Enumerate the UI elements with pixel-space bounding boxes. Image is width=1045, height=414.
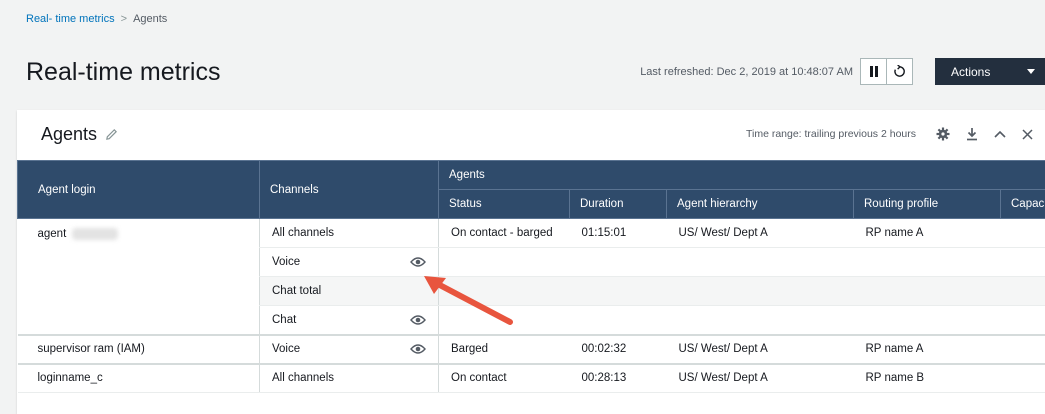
channel-cell: Chat <box>259 305 439 336</box>
col-header-capacity[interactable]: Capac <box>999 189 1045 219</box>
col-header-routing-profile[interactable]: Routing profile <box>853 189 1001 219</box>
agents-table: Agent login Channels Agents Status Durat… <box>17 160 1045 393</box>
refresh-icon <box>894 65 905 77</box>
actions-label: Actions <box>951 64 991 79</box>
status-cell: On contact <box>438 363 570 393</box>
gear-icon[interactable] <box>936 127 950 141</box>
empty-cell <box>437 305 1045 336</box>
col-header-channels[interactable]: Channels <box>259 160 439 219</box>
actions-dropdown-button[interactable]: Actions <box>935 58 1045 85</box>
duration-cell: 00:28:13 <box>569 363 667 393</box>
breadcrumb-current: Agents <box>133 13 168 25</box>
table-row: loginname_c All channels On contact 00:2… <box>17 363 1045 393</box>
agent-login-cell: loginname_c <box>17 363 260 393</box>
table-row: agent All channels On contact - barged 0… <box>17 218 1045 336</box>
pause-button[interactable] <box>860 58 887 85</box>
col-header-duration[interactable]: Duration <box>569 189 667 219</box>
duration-cell: 01:15:01 <box>569 218 667 248</box>
agent-login: agent <box>37 228 67 241</box>
pause-icon <box>869 66 878 77</box>
capacity-cell <box>1000 334 1045 365</box>
page-title: Real-time metrics <box>26 58 221 86</box>
routing-profile-cell: RP name A <box>853 334 1001 365</box>
panel-title: Agents <box>41 124 98 144</box>
panel-tools: Time range: trailing previous 2 hours <box>746 124 1033 144</box>
routing-profile-cell: RP name A <box>853 218 1001 248</box>
redacted-name <box>72 228 119 240</box>
chevron-up-icon[interactable] <box>994 130 1006 138</box>
agents-panel: Agents Time range: trailing previous 2 h… <box>17 110 1045 414</box>
hierarchy-cell: US/ West/ Dept A <box>666 363 854 393</box>
col-header-status[interactable]: Status <box>438 189 570 219</box>
breadcrumb-link-real-time-metrics[interactable]: Real- time metrics <box>26 13 115 25</box>
last-refreshed-text: Last refreshed: Dec 2, 2019 at 10:48:07 … <box>640 65 853 78</box>
hierarchy-cell: US/ West/ Dept A <box>666 334 854 365</box>
capacity-cell <box>1000 363 1045 393</box>
agent-login-cell: supervisor ram (IAM) <box>17 334 260 365</box>
routing-profile-cell: RP name B <box>853 363 1001 393</box>
channel-cell: All channels <box>259 218 439 248</box>
channel-label: Chat <box>272 313 297 326</box>
channel-cell: Voice <box>259 334 439 365</box>
pencil-icon[interactable] <box>105 128 118 141</box>
caret-down-icon <box>1027 69 1035 74</box>
channel-label: Voice <box>272 343 301 355</box>
agent-login-cell: agent <box>17 218 260 336</box>
col-group-agents: Agents <box>437 160 1045 190</box>
channel-label: Chat total <box>272 285 322 297</box>
breadcrumb: Real- time metrics > Agents <box>26 13 167 25</box>
breadcrumb-separator: > <box>120 13 128 25</box>
hierarchy-cell: US/ West/ Dept A <box>666 218 854 248</box>
empty-cell <box>437 276 1045 306</box>
header-controls: Last refreshed: Dec 2, 2019 at 10:48:07 … <box>640 58 1045 85</box>
status-cell: Barged <box>438 334 570 365</box>
panel-header: Agents <box>41 124 118 145</box>
time-range-text: Time range: trailing previous 2 hours <box>745 128 916 140</box>
eye-icon[interactable] <box>410 256 426 268</box>
eye-icon[interactable] <box>410 314 426 326</box>
channel-cell: Chat total <box>259 276 439 306</box>
download-icon[interactable] <box>966 127 978 141</box>
capacity-cell <box>1000 218 1045 248</box>
channel-label: All channels <box>272 372 335 385</box>
refresh-button[interactable] <box>886 58 913 85</box>
channel-label: All channels <box>272 227 335 239</box>
channel-cell: All channels <box>259 363 439 393</box>
col-header-agent-login[interactable]: Agent login <box>17 160 260 219</box>
eye-icon[interactable] <box>410 343 426 355</box>
table-row: supervisor ram (IAM) Voice Barged 00:02:… <box>17 334 1045 365</box>
duration-cell: 00:02:32 <box>569 334 667 365</box>
channel-label: Voice <box>272 256 301 268</box>
status-cell: On contact - barged <box>438 218 570 248</box>
channel-cell: Voice <box>259 247 439 277</box>
col-header-agent-hierarchy[interactable]: Agent hierarchy <box>666 189 854 219</box>
empty-cell <box>437 247 1045 277</box>
close-icon[interactable] <box>1022 128 1033 140</box>
